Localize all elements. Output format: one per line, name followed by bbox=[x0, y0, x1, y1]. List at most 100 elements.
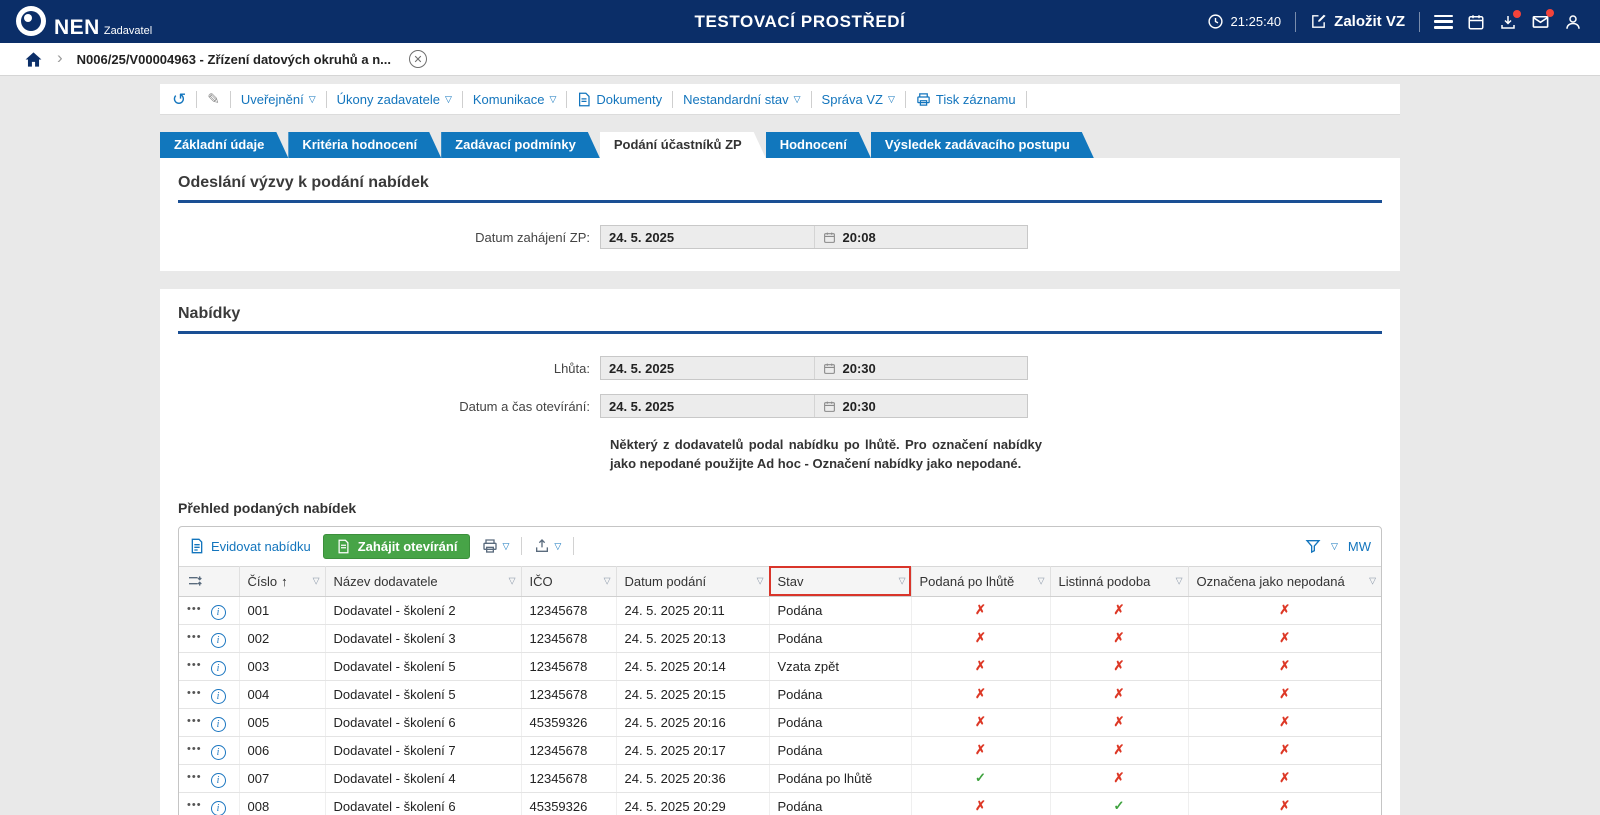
date-value[interactable]: 24. 5. 2025 bbox=[601, 395, 815, 417]
row-menu-icon[interactable]: ••• bbox=[187, 743, 202, 755]
messages-button[interactable] bbox=[1531, 12, 1550, 31]
table-row[interactable]: •••i006Dodavatel - školení 71234567824. … bbox=[179, 736, 1381, 764]
cell-ico: 45359326 bbox=[521, 708, 616, 736]
info-icon[interactable]: i bbox=[211, 633, 226, 648]
column-filter-icon[interactable]: ▽ bbox=[509, 576, 516, 587]
breadcrumb-current-item[interactable]: N006/25/V00004963 - Zřízení datových okr… bbox=[77, 52, 391, 67]
brand[interactable]: NEN Zadavatel bbox=[16, 6, 152, 38]
cell-datum-podani: 24. 5. 2025 20:29 bbox=[616, 792, 769, 815]
x-icon: ✗ bbox=[975, 686, 986, 701]
menu-uverejneni[interactable]: Uveřejnění ▽ bbox=[241, 92, 316, 107]
cell-podana-po-lhute: ✗ bbox=[911, 596, 1050, 624]
print-grid-button[interactable]: ▽ bbox=[482, 538, 509, 554]
table-row[interactable]: •••i001Dodavatel - školení 21234567824. … bbox=[179, 596, 1381, 624]
column-header-podana-po-lhute[interactable]: Podaná po lhůtě ▽ bbox=[911, 566, 1050, 596]
cell-nazev: Dodavatel - školení 5 bbox=[325, 680, 521, 708]
home-button[interactable] bbox=[24, 50, 43, 69]
menu-tisk-zaznamu[interactable]: Tisk záznamu bbox=[916, 92, 1016, 107]
menu-ukony-zadavatele[interactable]: Úkony zadavatele ▽ bbox=[337, 92, 452, 107]
grid-settings-header[interactable] bbox=[179, 566, 239, 596]
cell-listinna-podoba: ✗ bbox=[1050, 708, 1188, 736]
mw-view-button[interactable]: MW bbox=[1348, 539, 1371, 554]
evidovat-nabidku-button[interactable]: Evidovat nabídku bbox=[189, 538, 311, 554]
cell-oznacena-nepodana: ✗ bbox=[1188, 792, 1381, 815]
column-header-listinna-podoba[interactable]: Listinná podoba ▽ bbox=[1050, 566, 1188, 596]
table-row[interactable]: •••i008Dodavatel - školení 64535932624. … bbox=[179, 792, 1381, 815]
info-icon[interactable]: i bbox=[211, 717, 226, 732]
cell-cislo: 007 bbox=[239, 764, 325, 792]
x-icon: ✗ bbox=[1279, 770, 1290, 785]
record-tabs: Základní údaje Kritéria hodnocení Zadáva… bbox=[160, 132, 1400, 158]
info-icon[interactable]: i bbox=[211, 801, 226, 815]
chevron-down-icon: ▽ bbox=[309, 94, 316, 105]
user-profile-button[interactable] bbox=[1564, 13, 1582, 31]
field-label: Datum zahájení ZP: bbox=[178, 230, 600, 245]
column-header-oznacena-jako-nepodana[interactable]: Označena jako nepodaná ▽ bbox=[1188, 566, 1381, 596]
column-filter-icon[interactable]: ▽ bbox=[1038, 576, 1045, 587]
column-header-stav[interactable]: Stav ▽ bbox=[769, 566, 911, 596]
menu-nestandardni-stav[interactable]: Nestandardní stav ▽ bbox=[683, 92, 800, 107]
info-icon[interactable]: i bbox=[211, 689, 226, 704]
create-vz-label: Založit VZ bbox=[1334, 13, 1405, 30]
field-datum-zahajeni-zp: Datum zahájení ZP: 24. 5. 2025 20:08 bbox=[178, 225, 1382, 249]
export-grid-button[interactable]: ▽ bbox=[534, 538, 561, 554]
table-row[interactable]: •••i007Dodavatel - školení 41234567824. … bbox=[179, 764, 1381, 792]
section-odeslani-vyzvy: Odeslání výzvy k podání nabídek Datum za… bbox=[160, 158, 1400, 271]
chevron-right-icon: › bbox=[57, 49, 63, 66]
filter-button[interactable] bbox=[1305, 538, 1321, 554]
downloads-button[interactable] bbox=[1499, 13, 1517, 31]
tab-zakladni-udaje[interactable]: Základní údaje bbox=[160, 132, 288, 158]
tab-hodnoceni[interactable]: Hodnocení bbox=[766, 132, 871, 158]
datetime-field-zahajeni[interactable]: 24. 5. 2025 20:08 bbox=[600, 225, 1028, 249]
row-menu-icon[interactable]: ••• bbox=[187, 799, 202, 811]
tab-kriteria-hodnoceni[interactable]: Kritéria hodnocení bbox=[288, 132, 441, 158]
table-row[interactable]: •••i005Dodavatel - školení 64535932624. … bbox=[179, 708, 1381, 736]
row-menu-icon[interactable]: ••• bbox=[187, 715, 202, 727]
tab-vysledek-zadavaciho-postupu[interactable]: Výsledek zadávacího postupu bbox=[871, 132, 1094, 158]
column-filter-icon[interactable]: ▽ bbox=[1176, 576, 1183, 587]
history-back-icon[interactable]: ↺ bbox=[172, 91, 186, 108]
tab-podani-ucastniku-zp[interactable]: Podání účastníků ZP bbox=[600, 132, 766, 158]
date-value[interactable]: 24. 5. 2025 bbox=[601, 226, 815, 248]
column-filter-icon[interactable]: ▽ bbox=[899, 576, 906, 587]
datetime-field-lhuta[interactable]: 24. 5. 2025 20:30 bbox=[600, 356, 1028, 380]
table-row[interactable]: •••i004Dodavatel - školení 51234567824. … bbox=[179, 680, 1381, 708]
date-value[interactable]: 24. 5. 2025 bbox=[601, 357, 815, 379]
row-menu-icon[interactable]: ••• bbox=[187, 631, 202, 643]
close-record-button[interactable]: ✕ bbox=[409, 50, 427, 68]
row-menu-icon[interactable]: ••• bbox=[187, 659, 202, 671]
x-icon: ✗ bbox=[1114, 742, 1125, 757]
chevron-down-icon: ▽ bbox=[502, 541, 509, 552]
column-header-cislo[interactable]: Číslo↑ ▽ bbox=[239, 566, 325, 596]
bids-table: Číslo↑ ▽ Název dodavatele ▽ IČO ▽ Datu bbox=[179, 566, 1381, 815]
column-filter-icon[interactable]: ▽ bbox=[757, 576, 764, 587]
row-menu-icon[interactable]: ••• bbox=[187, 687, 202, 699]
row-menu-icon[interactable]: ••• bbox=[187, 771, 202, 783]
menu-komunikace[interactable]: Komunikace ▽ bbox=[473, 92, 556, 107]
table-row[interactable]: •••i003Dodavatel - školení 51234567824. … bbox=[179, 652, 1381, 680]
calendar-button[interactable] bbox=[1467, 13, 1485, 31]
info-icon[interactable]: i bbox=[211, 605, 226, 620]
menu-button[interactable] bbox=[1434, 15, 1453, 29]
info-icon[interactable]: i bbox=[211, 773, 226, 788]
notification-dot bbox=[1513, 10, 1521, 18]
column-header-ico[interactable]: IČO ▽ bbox=[521, 566, 616, 596]
column-header-nazev-dodavatele[interactable]: Název dodavatele ▽ bbox=[325, 566, 521, 596]
row-menu-icon[interactable]: ••• bbox=[187, 603, 202, 615]
menu-dokumenty[interactable]: Dokumenty bbox=[577, 92, 662, 107]
column-filter-icon[interactable]: ▽ bbox=[1369, 576, 1376, 587]
column-filter-icon[interactable]: ▽ bbox=[313, 576, 320, 587]
menu-sprava-vz[interactable]: Správa VZ ▽ bbox=[822, 92, 895, 107]
info-icon[interactable]: i bbox=[211, 661, 226, 676]
cell-oznacena-nepodana: ✗ bbox=[1188, 736, 1381, 764]
column-header-datum-podani[interactable]: Datum podání ▽ bbox=[616, 566, 769, 596]
datetime-field-otevirani[interactable]: 24. 5. 2025 20:30 bbox=[600, 394, 1028, 418]
chevron-down-icon[interactable]: ▽ bbox=[1331, 541, 1338, 552]
table-row[interactable]: •••i002Dodavatel - školení 31234567824. … bbox=[179, 624, 1381, 652]
edit-record-icon[interactable]: ✎ bbox=[207, 90, 220, 108]
zahajit-otevirani-button[interactable]: Zahájit otevírání bbox=[323, 534, 471, 559]
tab-zadavaci-podminky[interactable]: Zadávací podmínky bbox=[441, 132, 600, 158]
column-filter-icon[interactable]: ▽ bbox=[604, 576, 611, 587]
info-icon[interactable]: i bbox=[211, 745, 226, 760]
create-vz-button[interactable]: Založit VZ bbox=[1310, 13, 1405, 30]
